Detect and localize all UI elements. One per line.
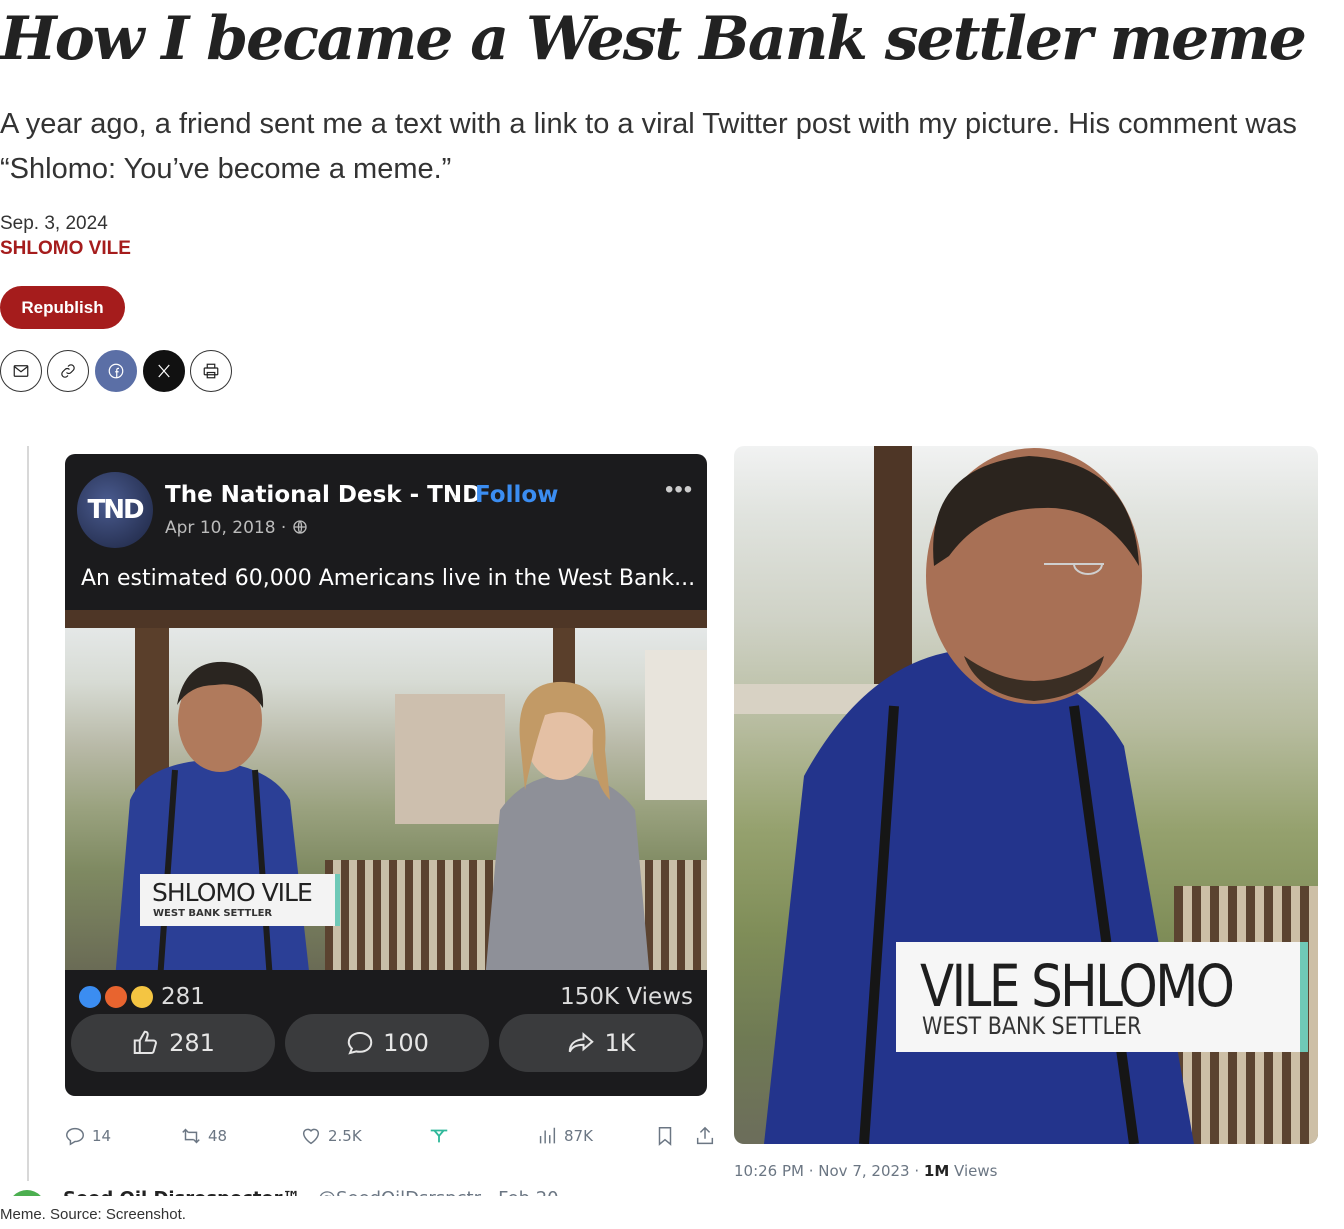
article-dek: A year ago, a friend sent me a text with… [0, 108, 1297, 185]
thread-line [27, 446, 29, 1181]
tweet-replies: 14 [64, 1124, 111, 1148]
author-link[interactable]: SHLOMO VILE [0, 238, 131, 260]
tnd-logo: TND [77, 472, 153, 548]
next-tweet-author: Seed Oil Disrespecter™ @SeedOilDsrspctr … [8, 1186, 568, 1196]
upload-icon [694, 1124, 716, 1148]
tweet-views: 87K [536, 1124, 593, 1148]
bookmark-icon [654, 1124, 676, 1148]
republish-button[interactable]: Republish [0, 286, 125, 329]
fb-comment-pill: 100 [285, 1014, 489, 1072]
angry-reaction-icon [103, 984, 129, 1010]
fb-follow-link: Follow [475, 482, 559, 508]
lower-third-large: VILE SHLOMO WEST BANK SETTLER [896, 942, 1308, 1052]
share-x-button[interactable] [143, 350, 185, 392]
facebook-icon [108, 363, 124, 379]
wow-reaction-icon [129, 984, 155, 1010]
thumbs-up-icon [133, 1030, 158, 1055]
tweet-retweets: 48 [180, 1124, 227, 1148]
link-icon [61, 364, 75, 378]
article-date: Sep. 3, 2024 [0, 213, 108, 234]
interview-photo: SHLOMO VILE WEST BANK SETTLER [65, 610, 707, 970]
reaction-count: 281 [161, 984, 205, 1010]
article-headline: How I became a West Bank settler meme [0, 4, 1307, 74]
analytics-icon [539, 1127, 556, 1144]
retweet-icon [182, 1128, 200, 1144]
fb-post-date: Apr 10, 2018 · [165, 518, 308, 538]
fb-like-pill: 281 [71, 1014, 275, 1072]
lower-third-small: SHLOMO VILE WEST BANK SETTLER [140, 874, 340, 926]
tweet-likes: 2.5K [300, 1124, 362, 1148]
closeup-photo: VILE SHLOMO WEST BANK SETTLER [734, 446, 1318, 1144]
x-icon [158, 364, 170, 378]
share-facebook-button[interactable] [95, 350, 137, 392]
comment-icon [347, 1031, 373, 1055]
meme-image: TND The National Desk - TND · Follow •••… [0, 446, 1320, 1196]
facebook-post-screenshot: TND The National Desk - TND · Follow •••… [65, 454, 707, 1096]
fb-separator: · [451, 482, 459, 508]
tweet-timestamp: 10:26 PM · Nov 7, 2023 · 1M Views [734, 1162, 998, 1180]
fb-post-caption: An estimated 60,000 Americans live in th… [81, 566, 696, 591]
share-print-button[interactable] [190, 350, 232, 392]
reply-icon [66, 1127, 84, 1146]
reporter-figure [485, 681, 650, 970]
grok-icon [428, 1124, 450, 1148]
globe-icon [293, 520, 307, 534]
share-link-button[interactable] [47, 350, 89, 392]
share-email-button[interactable] [0, 350, 42, 392]
heart-icon [302, 1128, 320, 1145]
share-arrow-icon [569, 1032, 595, 1053]
like-reaction-icon [77, 984, 103, 1010]
fb-views: 150K Views [560, 984, 693, 1010]
email-icon [13, 365, 29, 377]
avatar [8, 1190, 46, 1196]
more-icon: ••• [665, 476, 694, 503]
image-caption: Meme. Source: Screenshot. [0, 1206, 186, 1223]
print-icon [203, 363, 219, 379]
fb-share-pill: 1K [499, 1014, 703, 1072]
fb-page-name: The National Desk - TND [165, 482, 482, 508]
